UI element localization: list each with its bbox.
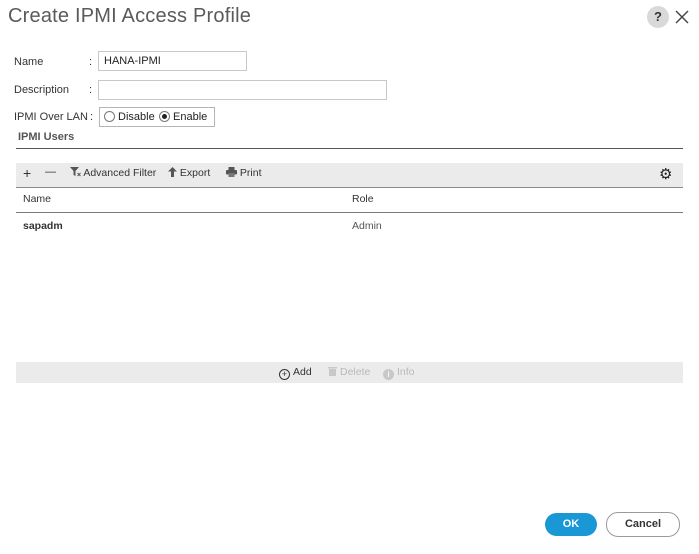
row-name-cell: sapadm	[23, 220, 63, 232]
description-colon: :	[89, 84, 93, 96]
header-divider	[16, 212, 683, 213]
gear-icon[interactable]: ⚙	[659, 165, 672, 183]
close-icon[interactable]	[673, 8, 691, 26]
column-header-role[interactable]: Role	[352, 193, 374, 205]
footer-info-label: Info	[397, 366, 415, 378]
ipmi-over-lan-colon: :	[90, 111, 94, 123]
column-header-name[interactable]: Name	[23, 193, 51, 205]
print-label: Print	[239, 167, 262, 179]
table-toolbar: + — Advanced Filter Export Print ⚙	[16, 163, 683, 188]
ok-button[interactable]: OK	[545, 513, 597, 536]
export-button[interactable]: Export	[168, 167, 210, 179]
filter-icon	[70, 167, 81, 177]
footer-add-label: Add	[293, 366, 312, 378]
name-label: Name	[14, 56, 44, 68]
description-field[interactable]	[98, 80, 387, 100]
enable-radio[interactable]	[159, 111, 170, 122]
export-label: Export	[179, 167, 211, 179]
name-colon: :	[89, 56, 93, 68]
plus-circle-icon: +	[279, 369, 290, 380]
remove-row-icon[interactable]: —	[45, 166, 56, 178]
table-footer-bar: + Add Delete i Info	[16, 362, 683, 383]
advanced-filter-button[interactable]: Advanced Filter	[70, 167, 156, 179]
ipmi-over-lan-radio-group: Disable Enable	[99, 107, 215, 127]
help-icon[interactable]: ?	[647, 6, 669, 28]
dialog-title: Create IPMI Access Profile	[8, 5, 252, 27]
footer-add-button[interactable]: + Add	[279, 366, 312, 380]
trash-icon	[328, 367, 337, 376]
ipmi-users-title: IPMI Users	[18, 131, 75, 143]
export-icon	[168, 167, 177, 177]
description-label: Description	[14, 84, 70, 96]
add-row-icon[interactable]: +	[23, 165, 31, 181]
disable-radio-label[interactable]: Disable	[118, 111, 155, 123]
disable-radio[interactable]	[104, 111, 115, 122]
print-button[interactable]: Print	[226, 167, 262, 179]
info-icon: i	[383, 369, 394, 380]
enable-radio-label[interactable]: Enable	[173, 111, 207, 123]
footer-info-button[interactable]: i Info	[383, 366, 415, 380]
footer-delete-label: Delete	[340, 366, 371, 378]
cancel-button[interactable]: Cancel	[606, 512, 680, 537]
ipmi-over-lan-label: IPMI Over LAN	[14, 111, 88, 123]
name-field[interactable]	[98, 51, 247, 71]
advanced-filter-label: Advanced Filter	[83, 167, 157, 179]
footer-delete-button[interactable]: Delete	[328, 366, 370, 378]
printer-icon	[226, 167, 237, 177]
row-role-cell: Admin	[352, 220, 382, 232]
section-divider	[16, 148, 683, 149]
